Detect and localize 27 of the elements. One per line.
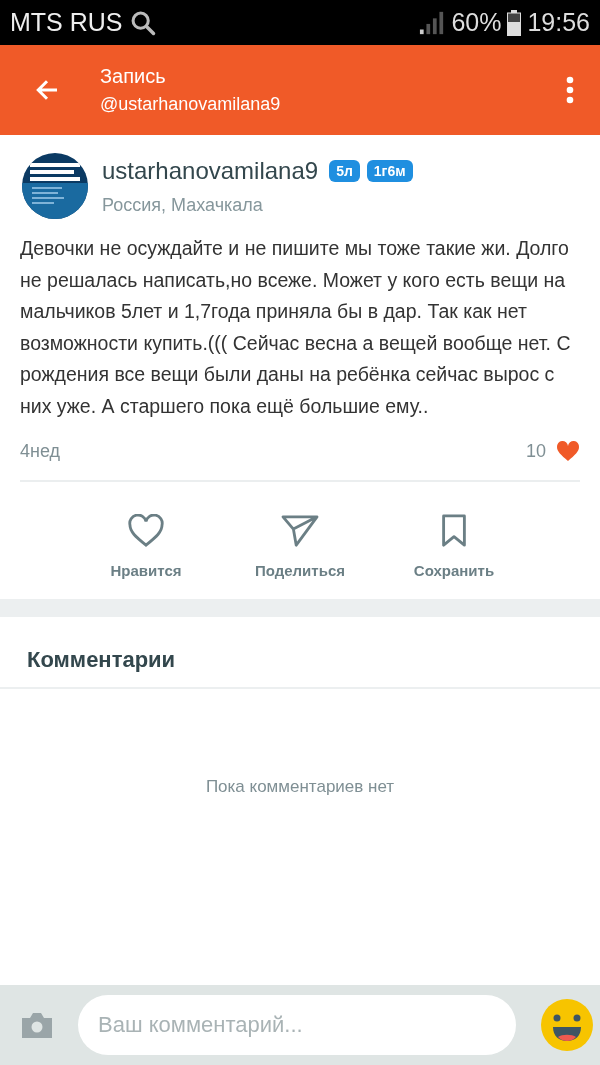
clock: 19:56 [527,8,590,37]
like-button[interactable]: Нравится [91,514,201,579]
share-button[interactable]: Поделиться [245,514,355,579]
age-badge: 1г6м [366,159,413,182]
comments-heading: Комментарии [26,646,177,674]
bookmark-icon [439,514,469,548]
author-location: Россия, Махачкала [102,194,264,216]
more-menu-icon[interactable] [566,76,574,104]
like-count: 10 [525,440,546,462]
signal-icon [419,9,446,36]
save-button[interactable]: Сохранить [399,514,509,579]
comment-field[interactable]: Ваш комментарий... [78,995,516,1055]
heart-icon [556,440,580,462]
empty-comments-message: Пока комментариев нет [205,777,395,797]
battery-icon [507,9,522,36]
battery-percent: 60% [451,8,502,37]
age-badge: 5л [329,159,360,182]
carrier-name: MTS RUS [10,8,123,37]
smiley-face-icon[interactable] [540,998,594,1052]
paper-plane-icon [280,514,320,548]
post-age: 4нед [20,440,61,462]
heart-icon [127,514,165,548]
page-title: Запись [100,65,167,88]
post-text: Девочки не осуждайте и не пишите мы тоже такие жи. Долго не решалась написать,но всеже. Может у кого есть вещи на мальчиков 5лет и 1,7года приняла бы в дар. Так как нет возможности купить.((( Сейчас весна а вещей вообще нет. С рождения все вещи были даны на ребёнка сейчас вырос с них уже. А старшего пока ещё большие ему.. [20,236,572,419]
camera-icon[interactable] [20,1011,54,1039]
page-subtitle: @ustarhanovamilana9 [100,94,282,115]
author-name[interactable]: ustarhanovamilana9 [102,156,319,185]
